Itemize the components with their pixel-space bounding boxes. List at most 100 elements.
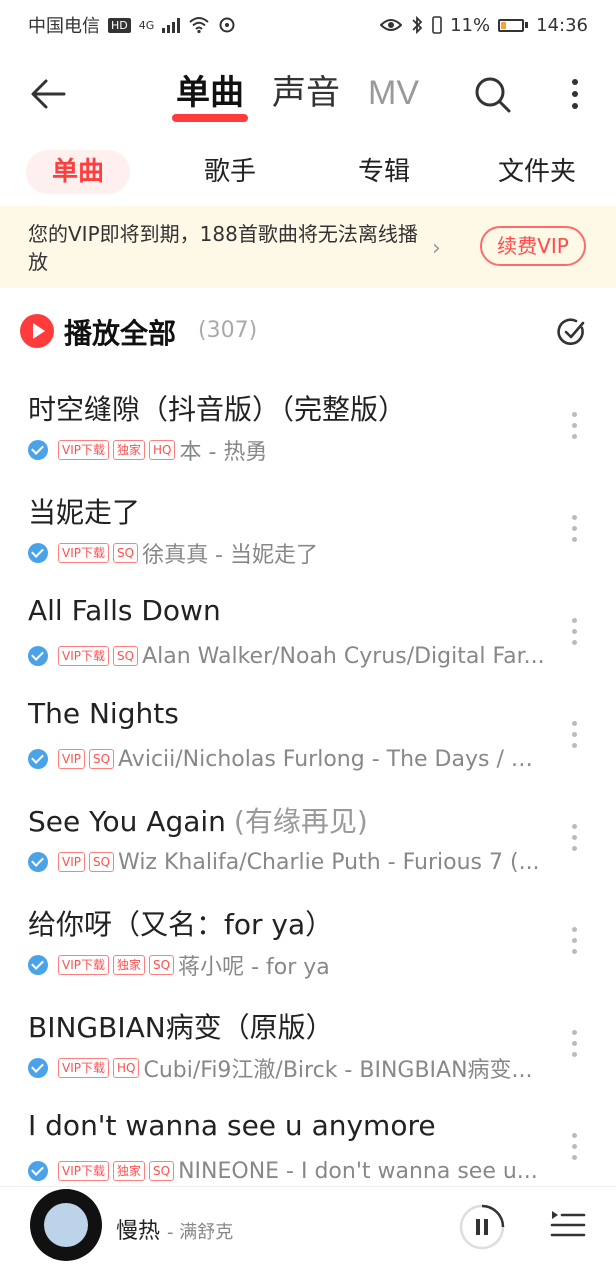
quality-tag: VIP下载 <box>58 646 109 666</box>
quality-tag: HQ <box>113 1058 140 1078</box>
status-bar: 中国电信 HD 4G 11% 14:36 <box>0 0 616 50</box>
subtab-folders[interactable]: 文件夹 <box>498 150 576 194</box>
quality-tag: VIP下载 <box>58 1161 109 1181</box>
now-playing-title: 慢热 <box>116 1219 161 1244</box>
song-more-icon[interactable] <box>566 410 582 448</box>
song-meta: VIP SQ Wiz Khalifa/Charlie Puth - Furious … <box>28 848 548 876</box>
song-row[interactable]: All Falls Down VIP下载 SQ Alan Walker/Noah Cy… <box>0 586 616 689</box>
pause-icon[interactable] <box>458 1203 506 1251</box>
tab-voice[interactable]: 声音 <box>272 68 340 118</box>
song-title-text: All Falls Down <box>28 594 221 627</box>
song-subtitle: (有缘再见) <box>233 805 368 838</box>
quality-tag: SQ <box>149 955 175 975</box>
play-all-label[interactable]: 播放全部 <box>64 312 176 352</box>
song-row[interactable]: 时空缝隙（抖音版）（完整版） VIP下载 独家 HQ 本 - 热勇 <box>0 380 616 483</box>
downloaded-check-icon <box>28 440 48 460</box>
playlist-icon[interactable] <box>550 1207 586 1243</box>
song-title-text: 给你呀（又名：for ya） <box>28 908 334 941</box>
now-playing-artist: - 满舒克 <box>167 1222 234 1243</box>
song-more-icon[interactable] <box>566 616 582 654</box>
song-meta: VIP下载 SQ 徐真真 - 当妮走了 <box>28 539 548 567</box>
song-more-icon[interactable] <box>566 513 582 551</box>
song-artist-album: 蒋小呢 - for ya <box>178 955 330 979</box>
song-list: 时空缝隙（抖音版）（完整版） VIP下载 独家 HQ 本 - 热勇 当妮走了 VIP下载 SQ… <box>0 380 616 1204</box>
sub-tabs: 单曲 歌手 专辑 文件夹 <box>0 150 616 194</box>
song-artist-album: 本 - 热勇 <box>179 440 268 464</box>
album-cover[interactable] <box>30 1189 102 1261</box>
song-row[interactable]: 给你呀（又名：for ya） VIP下载 独家 SQ 蒋小呢 - for ya <box>0 895 616 998</box>
eye-icon <box>380 19 403 31</box>
phone-battery-icon <box>432 16 442 34</box>
song-row[interactable]: 当妮走了 VIP下载 SQ 徐真真 - 当妮走了 <box>0 483 616 586</box>
bluetooth-icon <box>412 15 423 35</box>
downloaded-check-icon <box>28 646 48 666</box>
multi-select-icon[interactable] <box>556 316 588 348</box>
quality-tag: VIP下载 <box>58 955 109 975</box>
song-count: (307) <box>198 318 258 343</box>
quality-tag: VIP下载 <box>58 440 109 460</box>
quality-tag: VIP <box>58 852 85 872</box>
chevron-right-icon: › <box>432 236 441 261</box>
song-more-icon[interactable] <box>566 1028 582 1066</box>
quality-tag: SQ <box>88 749 115 769</box>
more-menu-icon[interactable] <box>560 74 590 114</box>
battery-icon <box>498 18 529 32</box>
quality-tag: SQ <box>113 646 139 666</box>
subtab-albums[interactable]: 专辑 <box>358 150 410 194</box>
song-artist-album: 徐真真 - 当妮走了 <box>142 543 318 567</box>
vip-banner-text: 您的VIP即将到期，188首歌曲将无法离线播放 <box>28 222 418 274</box>
downloaded-check-icon <box>28 543 48 563</box>
signal-icon <box>162 17 181 33</box>
subtab-artists[interactable]: 歌手 <box>204 150 256 194</box>
song-title-text: The Nights <box>28 697 179 730</box>
carrier-label: 中国电信 <box>28 16 100 37</box>
quality-tag: SQ <box>149 1161 175 1181</box>
vip-expiry-banner[interactable]: 您的VIP即将到期，188首歌曲将无法离线播放 › 续费VIP <box>0 206 616 288</box>
search-icon[interactable] <box>472 74 512 114</box>
battery-percent: 11% <box>450 14 491 36</box>
tab-mv[interactable]: MV <box>368 68 419 118</box>
wifi-icon <box>189 17 209 34</box>
tab-songs[interactable]: 单曲 <box>172 68 248 122</box>
song-more-icon[interactable] <box>566 719 582 757</box>
downloaded-check-icon <box>28 852 48 872</box>
song-title: The Nights <box>28 697 179 730</box>
quality-tag: VIP下载 <box>58 1058 109 1078</box>
song-row[interactable]: BINGBIAN病变（原版） VIP下载 HQ Cubi/Fi9江澈/Birck - … <box>0 998 616 1101</box>
play-circle-icon[interactable] <box>20 314 54 348</box>
downloaded-check-icon <box>28 1161 48 1181</box>
quality-tag: HQ <box>149 440 176 460</box>
song-artist-album: Avicii/Nicholas Furlong - The Days / Ni.… <box>118 746 548 772</box>
quality-tag: 独家 <box>113 955 146 975</box>
network-label: 4G <box>138 18 155 32</box>
now-playing[interactable]: 慢热 - 满舒克 <box>116 1213 233 1245</box>
song-artist-album: Alan Walker/Noah Cyrus/Digital Far... <box>142 643 545 669</box>
song-row[interactable]: See You Again (有缘再见) VIP SQ Wiz Khalifa/Char… <box>0 792 616 895</box>
song-artist-album: Wiz Khalifa/Charlie Puth - Furious 7 (..… <box>118 849 540 875</box>
mini-player[interactable]: 慢热 - 满舒克 <box>0 1186 616 1280</box>
song-more-icon[interactable] <box>566 925 582 963</box>
main-tabs: 单曲 声音 MV <box>172 68 419 122</box>
song-title: All Falls Down <box>28 594 221 627</box>
renew-vip-button[interactable]: 续费VIP <box>480 226 586 266</box>
sync-icon <box>219 17 235 33</box>
quality-tag: SQ <box>113 543 139 563</box>
song-title: 时空缝隙（抖音版）（完整版） <box>28 388 406 428</box>
song-meta: VIP下载 SQ Alan Walker/Noah Cyrus/Digital Fa… <box>28 642 548 670</box>
song-title-text: 当妮走了 <box>28 496 141 529</box>
play-all-row[interactable]: 播放全部 (307) <box>0 308 616 358</box>
song-row[interactable]: The Nights VIP SQ Avicii/Nicholas Furlong -… <box>0 689 616 792</box>
top-nav: 单曲 声音 MV <box>0 58 616 130</box>
subtab-songs[interactable]: 单曲 <box>26 150 131 194</box>
song-more-icon[interactable] <box>566 822 582 860</box>
song-title-text: I don't wanna see u anymore <box>28 1109 436 1142</box>
quality-tag: SQ <box>88 852 115 872</box>
downloaded-check-icon <box>28 749 48 769</box>
song-more-icon[interactable] <box>566 1131 582 1169</box>
song-title: I don't wanna see u anymore <box>28 1109 436 1142</box>
quality-tag: VIP <box>58 749 85 769</box>
song-title-text: 时空缝隙（抖音版）（完整版） <box>28 393 407 426</box>
song-meta: VIP下载 独家 SQ NINEONE - I don't wanna see u..… <box>28 1157 548 1185</box>
song-meta: VIP下载 独家 SQ 蒋小呢 - for ya <box>28 951 548 979</box>
back-arrow-icon[interactable] <box>28 74 68 114</box>
